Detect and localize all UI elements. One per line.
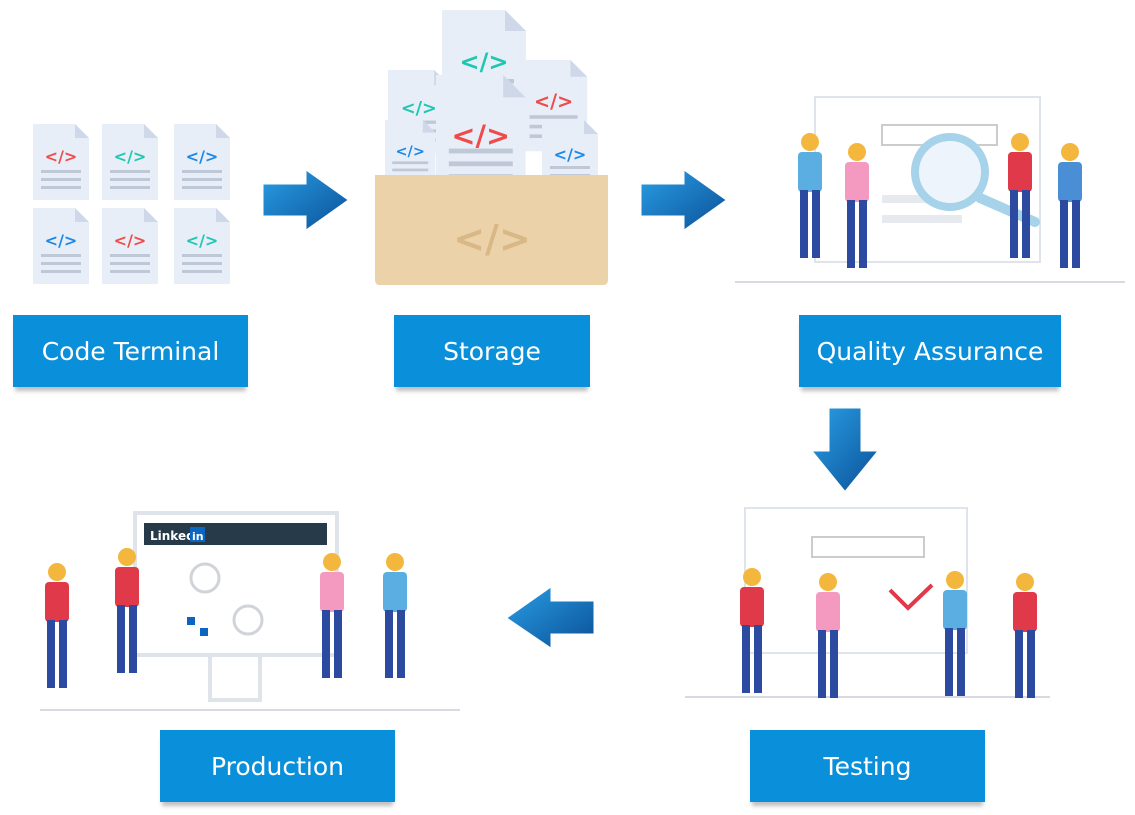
stage-label-production: Production [160, 730, 395, 802]
quality-assurance-illustration [735, 96, 1125, 283]
svg-text:</>: </> [534, 90, 573, 113]
svg-text:</>: </> [396, 144, 425, 160]
arrow-right-icon [638, 165, 731, 235]
arrow-right-icon [260, 165, 353, 235]
stage-label-storage: Storage [394, 315, 590, 387]
svg-text:</>: </> [401, 99, 437, 119]
storage-folder-icon: </> </> </> </> </> </> </> [375, 10, 608, 285]
svg-text:</>: </> [460, 48, 509, 76]
svg-text:</>: </> [45, 147, 78, 166]
svg-text:</>: </> [114, 147, 147, 166]
stage-label-code-terminal: Code Terminal [13, 315, 248, 387]
testing-illustration [685, 507, 1050, 698]
svg-text:Linked: Linked [150, 529, 195, 543]
svg-text:</>: </> [45, 231, 78, 250]
arrow-down-icon [806, 405, 884, 496]
production-illustration: Linked in [40, 511, 460, 711]
svg-text:</>: </> [453, 217, 531, 261]
stage-label-testing: Testing [750, 730, 985, 802]
svg-text:</>: </> [186, 231, 219, 250]
svg-text:</>: </> [186, 147, 219, 166]
arrow-left-icon [502, 582, 597, 653]
svg-text:</>: </> [451, 118, 510, 152]
pipeline-illustration: </> </> </> </> </> </> </> </> </> </> … [33, 10, 1125, 711]
svg-text:</>: </> [114, 231, 147, 250]
stage-label-quality-assurance: Quality Assurance [799, 315, 1061, 387]
svg-text:in: in [192, 530, 204, 543]
code-files-icon: </> </> </> </> </> </> [33, 124, 230, 284]
svg-text:</>: </> [554, 145, 587, 164]
